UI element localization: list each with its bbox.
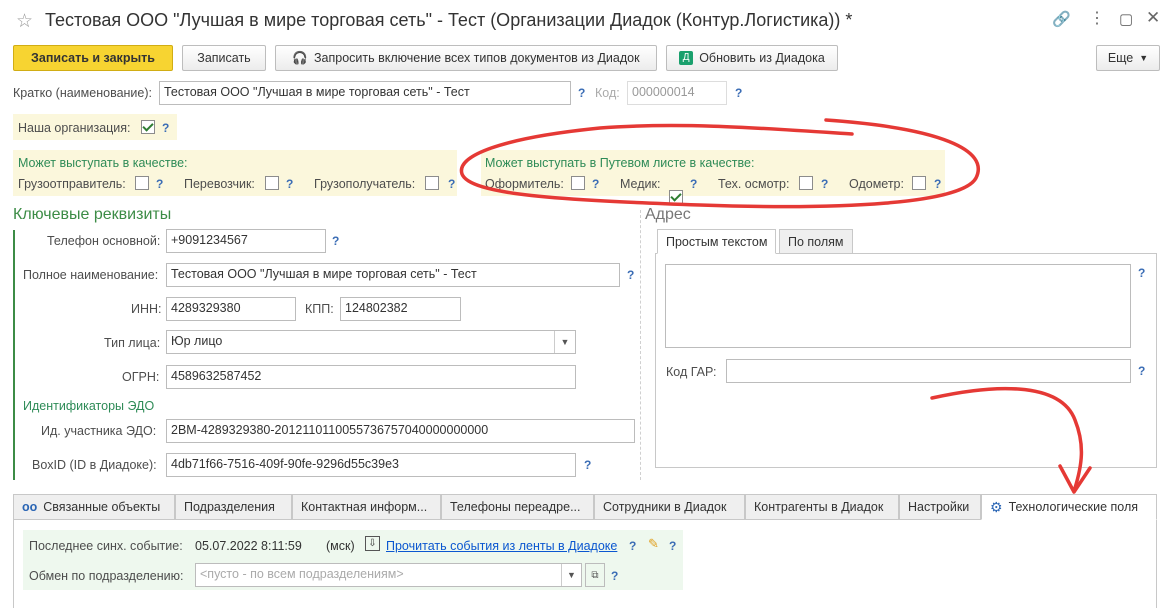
annotation-arrow <box>930 386 1084 490</box>
highlight-ellipse <box>459 118 980 209</box>
annotation-arrowhead <box>1058 464 1092 494</box>
red-annotation-overlay <box>459 118 1092 494</box>
